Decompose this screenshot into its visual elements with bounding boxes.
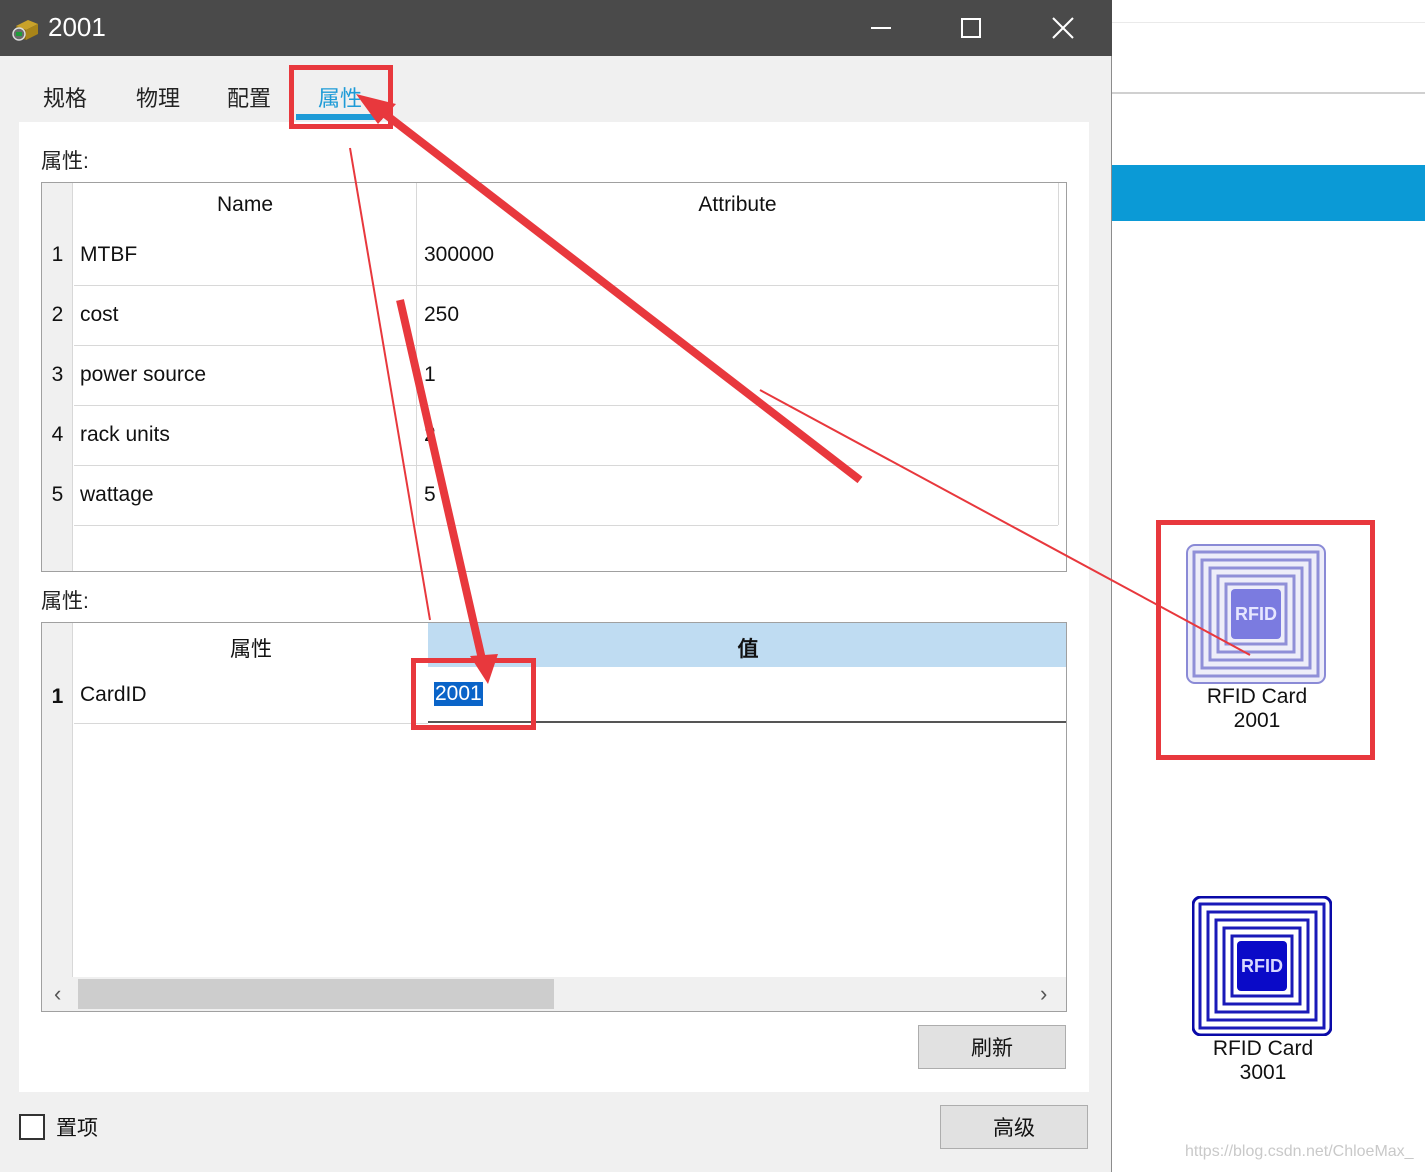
title-bar[interactable]: 2001 (0, 0, 1112, 56)
close-button[interactable] (1018, 0, 1108, 56)
minimize-icon (871, 27, 891, 29)
horizontal-scrollbar[interactable]: ‹ › (42, 977, 1066, 1011)
property-column-header[interactable]: 属性 (74, 633, 428, 663)
close-icon (1052, 17, 1074, 39)
row-number: 1 (51, 685, 64, 708)
property-name-cell[interactable]: CardID (80, 683, 147, 707)
attribute-name-cell[interactable]: wattage (80, 483, 154, 507)
canvas-selection-bar (1112, 165, 1425, 221)
scrollbar-thumb[interactable] (78, 979, 554, 1009)
rfid-card-3001-type: RFID Card (1212, 1037, 1314, 1060)
advanced-button[interactable]: 高级 (940, 1105, 1088, 1149)
device-dialog: 2001 规格 物理 配置 属性 属性: Name Attribute 1 MT… (0, 0, 1112, 1172)
row-number: 2 (51, 303, 64, 326)
row-number: 3 (51, 363, 64, 386)
annotation-box-device (1156, 520, 1375, 760)
canvas-divider (1112, 92, 1425, 94)
rfid-card-3001-id: 3001 (1239, 1061, 1287, 1084)
attribute-value-cell[interactable]: 2 (424, 423, 436, 447)
scroll-right-icon[interactable]: › (1040, 981, 1047, 1007)
maximize-button[interactable] (926, 0, 1016, 56)
attribute-value-cell[interactable]: 250 (424, 303, 459, 327)
canvas-divider (1112, 22, 1425, 23)
scroll-left-icon[interactable]: ‹ (54, 981, 61, 1007)
minimize-button[interactable] (836, 0, 926, 56)
watermark: https://blog.csdn.net/ChloeMax_ (1185, 1143, 1414, 1160)
properties-section-label: 属性: (41, 590, 89, 613)
device-app-icon (12, 20, 38, 41)
attributes-section-label: 属性: (41, 150, 89, 173)
name-column-header[interactable]: Name (74, 193, 416, 217)
attributes-table: Name Attribute 1 MTBF 300000 2 cost 250 … (41, 182, 1067, 572)
attribute-name-cell[interactable]: rack units (80, 423, 170, 447)
attribute-column-header[interactable]: Attribute (417, 193, 1058, 217)
attribute-value-cell[interactable]: 5 (424, 483, 436, 507)
refresh-button[interactable]: 刷新 (918, 1025, 1066, 1069)
window-title: 2001 (48, 12, 106, 42)
rfid-chip-label: RFID (1241, 956, 1283, 976)
attribute-name-cell[interactable]: power source (80, 363, 206, 387)
rfid-card-3001-label[interactable]: RFID Card 3001 (1182, 1037, 1344, 1085)
tab-config[interactable]: 配置 (224, 84, 274, 120)
attribute-value-cell[interactable]: 300000 (424, 243, 494, 267)
screen: 2001 规格 物理 配置 属性 属性: Name Attribute 1 MT… (0, 0, 1425, 1172)
annotation-box-cardid (411, 658, 536, 730)
tab-specs[interactable]: 规格 (40, 84, 90, 120)
attribute-name-cell[interactable]: cost (80, 303, 119, 327)
properties-table: 属性 值 1 CardID 2001 ‹ › (41, 622, 1067, 1012)
pin-checkbox-label: 置项 (56, 1117, 98, 1140)
row-number: 4 (51, 423, 64, 446)
row-header-column (42, 623, 73, 979)
row-number: 5 (51, 483, 64, 506)
annotation-box-tab (289, 65, 393, 129)
rfid-card-3001-icon[interactable]: RFID (1192, 896, 1332, 1036)
pin-checkbox[interactable] (19, 1114, 45, 1140)
attribute-name-cell[interactable]: MTBF (80, 243, 137, 267)
maximize-icon (961, 18, 981, 38)
row-number: 1 (51, 243, 64, 266)
tab-physical[interactable]: 物理 (133, 84, 183, 120)
attribute-value-cell[interactable]: 1 (424, 363, 436, 387)
